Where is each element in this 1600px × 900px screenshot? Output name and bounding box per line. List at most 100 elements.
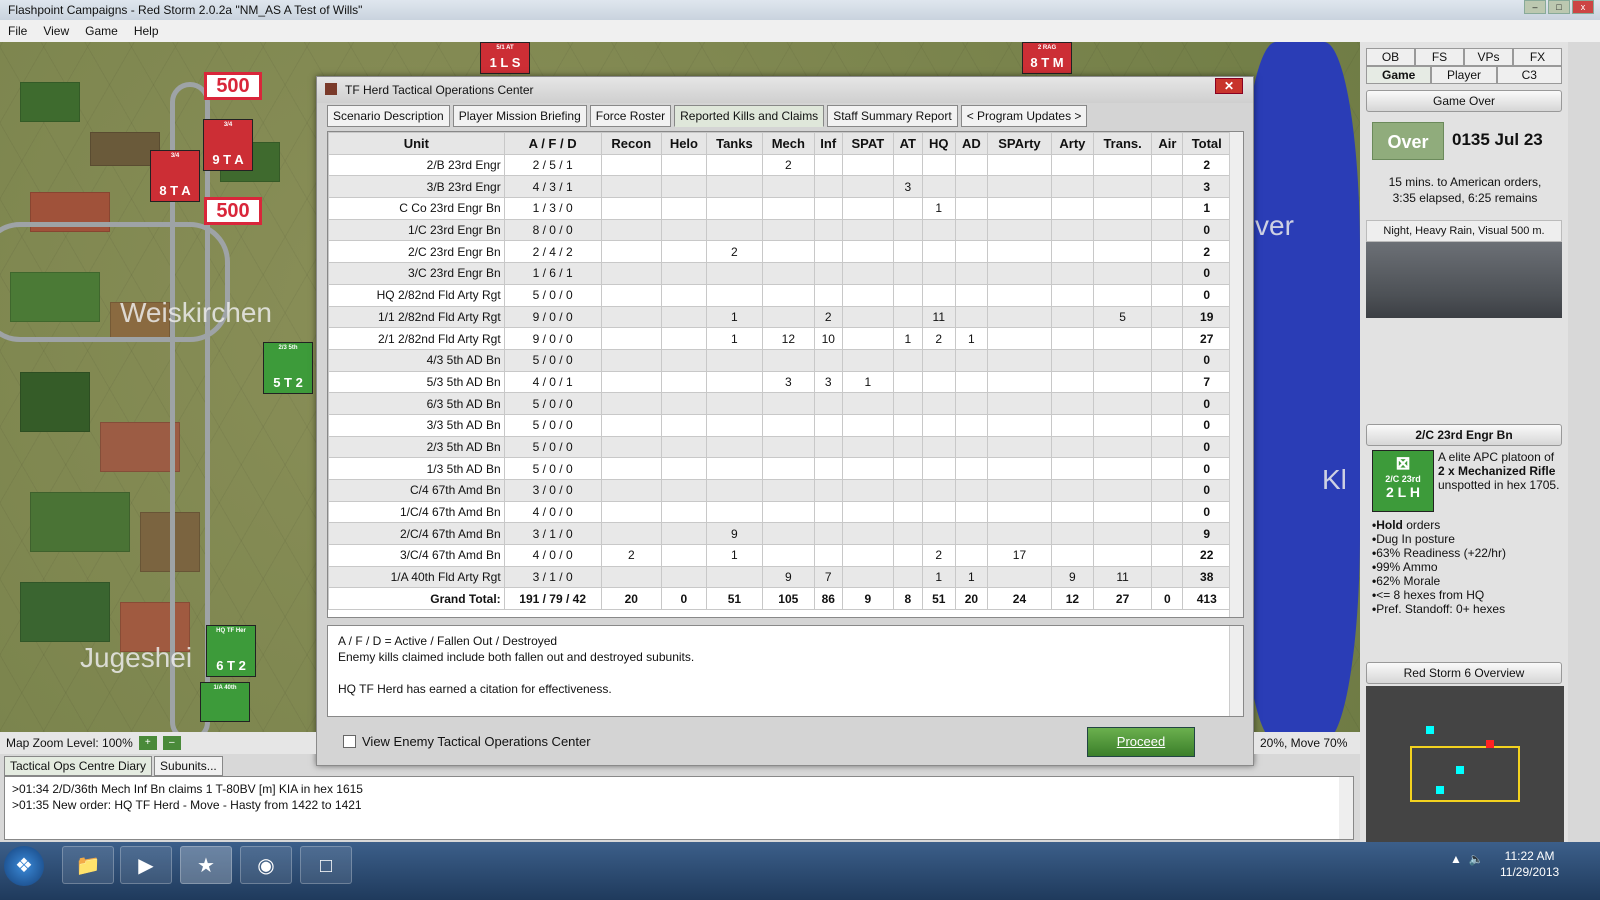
tab-fs[interactable]: FS bbox=[1415, 48, 1464, 66]
table-cell bbox=[841, 305, 894, 329]
unit-counter[interactable]: HQ TF Her 6 T 2 bbox=[206, 625, 256, 677]
tab-force-roster[interactable]: Force Roster bbox=[589, 105, 672, 127]
menu-view[interactable]: View bbox=[43, 24, 69, 42]
tab-c3[interactable]: C3 bbox=[1496, 66, 1562, 84]
dialog-tabs: Scenario Description Player Mission Brie… bbox=[327, 105, 1088, 127]
explorer-icon[interactable]: 📁 bbox=[62, 846, 114, 884]
menu-file[interactable]: File bbox=[8, 24, 27, 42]
unit-counter[interactable]: 1/A 40th bbox=[200, 682, 250, 722]
table-cell: 1 / 3 / 0 bbox=[503, 197, 602, 220]
table-row[interactable]: 3/B 23rd Engr 4 / 3 / 1 3 3 bbox=[328, 175, 1231, 199]
table-cell bbox=[762, 500, 815, 524]
table-row[interactable]: 2/C/4 67th Amd Bn 3 / 1 / 0 9 9 bbox=[328, 522, 1231, 546]
table-cell bbox=[1151, 283, 1184, 307]
table-row[interactable]: 2/C 23rd Engr Bn 2 / 4 / 2 2 2 bbox=[328, 240, 1231, 264]
grand-total-row: Grand Total: 191 / 79 / 42 20 0 51 105 86 9 8 51 2… bbox=[328, 587, 1231, 611]
view-enemy-checkbox[interactable]: View Enemy Tactical Operations Center bbox=[343, 734, 591, 749]
map-label-kl: Kl bbox=[1322, 464, 1347, 495]
game-app-icon[interactable]: ★ bbox=[180, 846, 232, 884]
maximize-button[interactable]: □ bbox=[1548, 0, 1570, 14]
table-cell bbox=[1151, 479, 1184, 502]
tab-tactical-diary[interactable]: Tactical Ops Centre Diary bbox=[4, 756, 153, 776]
table-cell bbox=[841, 522, 894, 546]
tab-reported-kills[interactable]: Reported Kills and Claims bbox=[674, 105, 825, 127]
column-header: Inf bbox=[813, 132, 843, 155]
unit-counter[interactable]: 2/3 5th 5 T 2 bbox=[263, 342, 313, 394]
table-row[interactable]: 2/1 2/82nd Fld Arty Rgt 9 / 0 / 0 1 12 10 1 2 1… bbox=[328, 327, 1231, 350]
table-cell bbox=[954, 262, 988, 285]
table-row[interactable]: 3/C 23rd Engr Bn 1 / 6 / 1 0 bbox=[328, 262, 1231, 285]
table-row[interactable]: 1/A 40th Fld Arty Rgt 3 / 1 / 0 9 7 1 1 9 11 38 bbox=[328, 565, 1231, 589]
tab-game[interactable]: Game bbox=[1366, 66, 1432, 84]
notes-line bbox=[338, 665, 1233, 681]
table-row[interactable]: 3/C/4 67th Amd Bn 4 / 0 / 0 2 1 2 17 22 bbox=[328, 544, 1231, 567]
table-cell bbox=[600, 283, 663, 307]
tab-staff-summary[interactable]: Staff Summary Report bbox=[827, 105, 958, 127]
table-row[interactable]: C Co 23rd Engr Bn 1 / 3 / 0 1 1 bbox=[328, 197, 1231, 220]
table-row[interactable]: 3/3 5th AD Bn 5 / 0 / 0 0 bbox=[328, 413, 1231, 437]
points-badge: 500 bbox=[204, 197, 262, 225]
tab-vps[interactable]: VPs bbox=[1464, 48, 1513, 66]
close-window-button[interactable]: x bbox=[1572, 0, 1594, 14]
tactical-ops-center-dialog: TF Herd Tactical Operations Center ✕ Sce… bbox=[316, 76, 1254, 766]
close-icon[interactable]: ✕ bbox=[1215, 78, 1243, 94]
tab-ob[interactable]: OB bbox=[1366, 48, 1415, 66]
checkbox-box[interactable] bbox=[343, 735, 356, 748]
unit-counter-icon[interactable]: ⊠ 2/C 23rd 2 L H bbox=[1372, 450, 1434, 512]
table-cell: 3 bbox=[892, 175, 923, 199]
menu-help[interactable]: Help bbox=[134, 24, 159, 42]
tab-player-mission-briefing[interactable]: Player Mission Briefing bbox=[452, 105, 587, 127]
tab-player[interactable]: Player bbox=[1431, 66, 1497, 84]
table-row[interactable]: 4/3 5th AD Bn 5 / 0 / 0 0 bbox=[328, 348, 1231, 372]
clock[interactable]: 11:22 AM 11/29/2013 bbox=[1500, 848, 1559, 880]
table-row[interactable]: 1/C 23rd Engr Bn 8 / 0 / 0 0 bbox=[328, 218, 1231, 242]
table-cell: 11 bbox=[921, 305, 956, 329]
table-row[interactable]: 1/C/4 67th Amd Bn 4 / 0 / 0 0 bbox=[328, 500, 1231, 524]
log-scrollbar[interactable] bbox=[1339, 777, 1353, 839]
table-row[interactable]: 1/1 2/82nd Fld Arty Rgt 9 / 0 / 0 1 2 11 5 19 bbox=[328, 305, 1231, 329]
overview-minimap[interactable] bbox=[1366, 686, 1564, 842]
notes-scrollbar[interactable] bbox=[1229, 626, 1243, 716]
table-row[interactable]: HQ 2/82nd Fld Arty Rgt 5 / 0 / 0 0 bbox=[328, 283, 1231, 307]
menu-game[interactable]: Game bbox=[85, 24, 118, 42]
start-button[interactable]: ❖ bbox=[4, 846, 44, 886]
notepad-icon[interactable]: □ bbox=[300, 846, 352, 884]
zoom-out-button[interactable]: – bbox=[162, 736, 181, 750]
game-state-header: Game Over bbox=[1366, 90, 1562, 112]
unit-counter[interactable]: 3/4 8 T A bbox=[150, 150, 200, 202]
unit-counter[interactable]: 2 RAG 8 T M bbox=[1022, 42, 1072, 74]
unit-counter[interactable]: 5/1 AT 1 L S bbox=[480, 42, 530, 74]
table-row[interactable]: 6/3 5th AD Bn 5 / 0 / 0 0 bbox=[328, 392, 1231, 415]
tab-program-updates[interactable]: < Program Updates > bbox=[960, 105, 1088, 127]
table-cell bbox=[1092, 262, 1153, 285]
unit-counter[interactable]: 3/4 9 T A bbox=[203, 119, 253, 171]
table-cell bbox=[921, 522, 956, 546]
table-cell: 0 bbox=[1182, 218, 1231, 242]
tray-icons[interactable]: ▲ 🔈 bbox=[1450, 852, 1484, 866]
log-line: >01:34 2/D/36th Mech Inf Bn claims 1 T-8… bbox=[12, 782, 363, 796]
notes-panel: A / F / D = Active / Fallen Out / Destro… bbox=[327, 625, 1244, 717]
proceed-button[interactable]: Proceed bbox=[1087, 727, 1195, 757]
tab-scenario-description[interactable]: Scenario Description bbox=[327, 105, 450, 127]
map-zoom-bar: Map Zoom Level: 100% + – bbox=[0, 732, 316, 754]
media-player-icon[interactable]: ▶ bbox=[120, 846, 172, 884]
table-scrollbar[interactable] bbox=[1229, 132, 1243, 617]
table-row[interactable]: C/4 67th Amd Bn 3 / 0 / 0 0 bbox=[328, 479, 1231, 502]
table-row[interactable]: 2/B 23rd Engr 2 / 5 / 1 2 2 bbox=[328, 153, 1231, 177]
move-status: 20%, Move 70% bbox=[1254, 732, 1360, 754]
over-indicator: Over bbox=[1372, 122, 1444, 160]
column-header: Helo bbox=[661, 132, 707, 155]
table-row[interactable]: 5/3 5th AD Bn 4 / 0 / 13317 bbox=[328, 370, 1231, 394]
table-row[interactable]: 1/3 5th AD Bn 5 / 0 / 0 0 bbox=[328, 457, 1231, 480]
minimize-button[interactable]: – bbox=[1524, 0, 1546, 14]
app-icon bbox=[325, 83, 337, 95]
zoom-in-button[interactable]: + bbox=[138, 736, 157, 750]
tab-subunits[interactable]: Subunits... bbox=[154, 756, 223, 776]
table-row[interactable]: 2/3 5th AD Bn 5 / 0 / 0 0 bbox=[328, 435, 1231, 459]
tab-fx[interactable]: FX bbox=[1513, 48, 1562, 66]
table-cell: 8 / 0 / 0 bbox=[503, 218, 602, 242]
table-cell bbox=[921, 392, 956, 415]
table-cell bbox=[1092, 500, 1153, 524]
table-cell: 17 bbox=[986, 544, 1052, 567]
chrome-icon[interactable]: ◉ bbox=[240, 846, 292, 884]
